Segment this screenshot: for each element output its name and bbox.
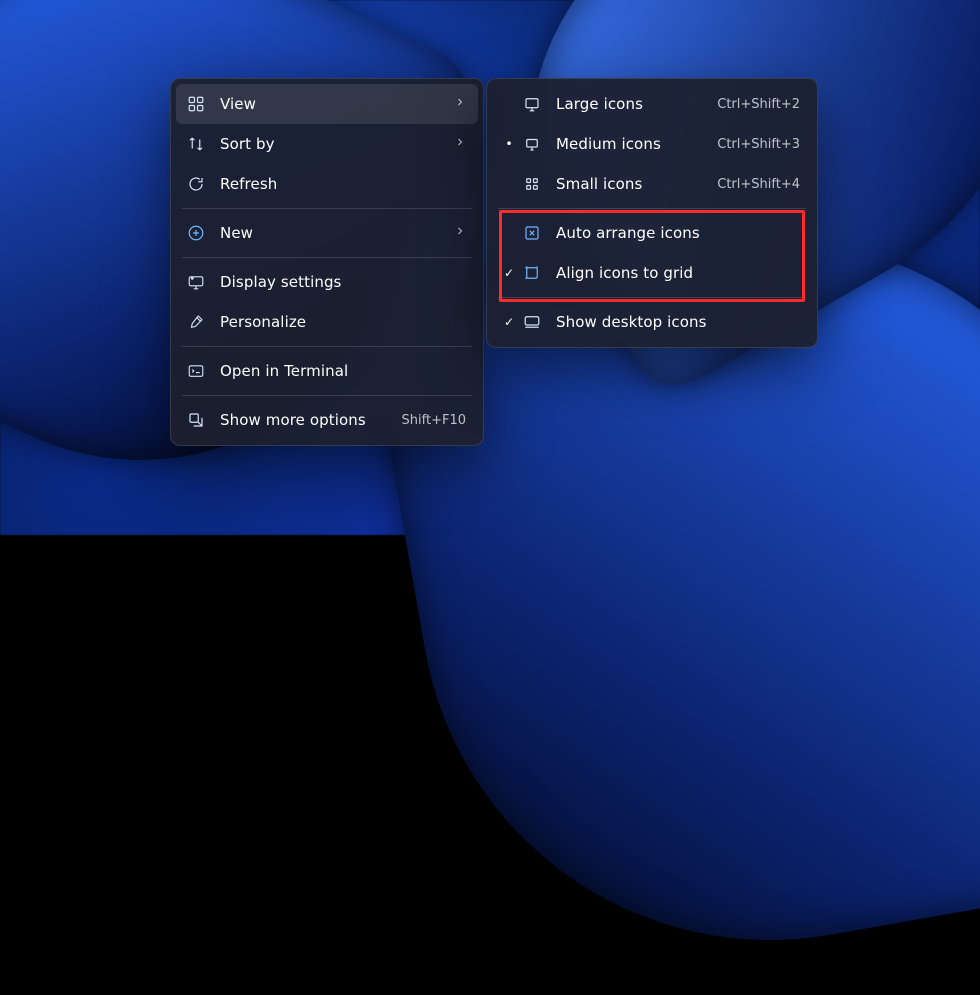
desktop-context-menu: View Sort by Refresh New Disp — [170, 78, 484, 446]
chevron-right-icon — [454, 136, 466, 152]
plus-circle-icon — [186, 223, 206, 243]
menu-item-label: Refresh — [220, 175, 466, 193]
monitor-large-icon — [522, 94, 542, 114]
menu-item-display-settings[interactable]: Display settings — [176, 262, 478, 302]
menu-separator — [182, 208, 472, 209]
menu-item-label: Sort by — [220, 135, 430, 153]
view-submenu: Large icons Ctrl+Shift+2 • Medium icons … — [486, 78, 818, 348]
submenu-item-medium-icons[interactable]: • Medium icons Ctrl+Shift+3 — [492, 124, 812, 164]
submenu-item-small-icons[interactable]: Small icons Ctrl+Shift+4 — [492, 164, 812, 204]
refresh-icon — [186, 174, 206, 194]
menu-item-personalize[interactable]: Personalize — [176, 302, 478, 342]
grid-icon — [186, 94, 206, 114]
submenu-item-shortcut: Ctrl+Shift+2 — [717, 97, 800, 112]
menu-item-label: New — [220, 224, 430, 242]
menu-item-view[interactable]: View — [176, 84, 478, 124]
submenu-item-label: Small icons — [556, 175, 693, 193]
menu-item-label: Show more options — [220, 411, 378, 429]
submenu-item-label: Auto arrange icons — [556, 224, 800, 242]
radio-mark: • — [502, 137, 516, 151]
menu-item-open-in-terminal[interactable]: Open in Terminal — [176, 351, 478, 391]
terminal-icon — [186, 361, 206, 381]
align-grid-icon — [522, 263, 542, 283]
menu-separator — [498, 208, 806, 209]
submenu-item-large-icons[interactable]: Large icons Ctrl+Shift+2 — [492, 84, 812, 124]
menu-separator — [498, 297, 806, 298]
menu-item-label: Display settings — [220, 273, 466, 291]
menu-separator — [182, 395, 472, 396]
menu-item-label: Personalize — [220, 313, 466, 331]
submenu-item-label: Large icons — [556, 95, 693, 113]
submenu-item-shortcut: Ctrl+Shift+4 — [717, 177, 800, 192]
menu-separator — [182, 346, 472, 347]
submenu-item-show-desktop-icons[interactable]: ✓ Show desktop icons — [492, 302, 812, 342]
submenu-item-align-to-grid[interactable]: ✓ Align icons to grid — [492, 253, 812, 293]
chevron-right-icon — [454, 225, 466, 241]
menu-item-label: Open in Terminal — [220, 362, 466, 380]
desktop-icon — [522, 312, 542, 332]
menu-item-shortcut: Shift+F10 — [402, 413, 466, 428]
submenu-item-auto-arrange[interactable]: Auto arrange icons — [492, 213, 812, 253]
expand-options-icon — [186, 410, 206, 430]
submenu-item-label: Medium icons — [556, 135, 693, 153]
submenu-item-shortcut: Ctrl+Shift+3 — [717, 137, 800, 152]
monitor-medium-icon — [522, 134, 542, 154]
check-mark: ✓ — [502, 266, 516, 280]
small-grid-icon — [522, 174, 542, 194]
chevron-right-icon — [454, 96, 466, 112]
menu-item-show-more-options[interactable]: Show more options Shift+F10 — [176, 400, 478, 440]
menu-item-label: View — [220, 95, 430, 113]
brush-icon — [186, 312, 206, 332]
sort-icon — [186, 134, 206, 154]
menu-item-new[interactable]: New — [176, 213, 478, 253]
menu-separator — [182, 257, 472, 258]
submenu-item-label: Show desktop icons — [556, 313, 800, 331]
menu-item-refresh[interactable]: Refresh — [176, 164, 478, 204]
menu-item-sort-by[interactable]: Sort by — [176, 124, 478, 164]
check-mark: ✓ — [502, 315, 516, 329]
display-settings-icon — [186, 272, 206, 292]
auto-arrange-icon — [522, 223, 542, 243]
submenu-item-label: Align icons to grid — [556, 264, 800, 282]
